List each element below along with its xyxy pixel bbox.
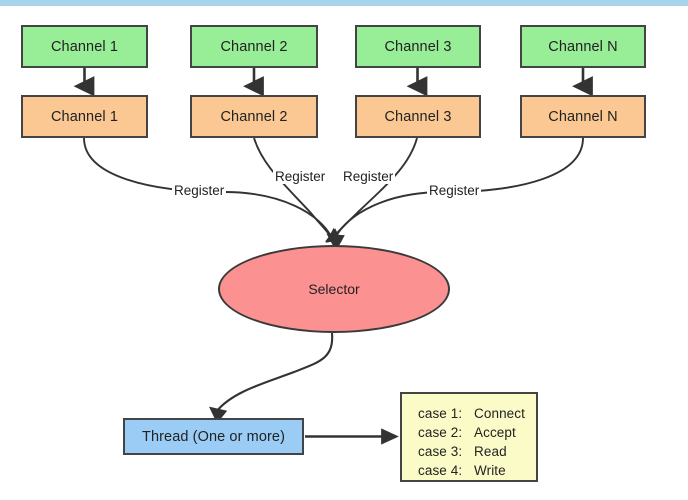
register-label-1: Register (172, 183, 227, 198)
node-label: Channel 3 (384, 108, 452, 125)
node-label: Channel 1 (50, 38, 118, 55)
register-edges (83, 137, 584, 249)
channel-source-1[interactable]: Channel 1 (21, 25, 148, 68)
selector-node[interactable]: Selector (218, 245, 450, 333)
cases-node[interactable]: case 1: Connect case 2: Accept case 3: R… (400, 392, 538, 482)
case-key: case 4: (418, 463, 463, 478)
node-label: Channel 1 (50, 108, 118, 125)
case-key: case 1: (418, 406, 463, 421)
case-value: Accept (474, 425, 516, 440)
register-label-3: Register (341, 169, 396, 184)
channel-registered-n[interactable]: Channel N (520, 95, 646, 138)
node-label: Channel N (548, 38, 618, 55)
thread-label: Thread (One or more) (141, 428, 286, 445)
case-key: case 2: (418, 425, 463, 440)
case-value: Connect (474, 406, 525, 421)
channel-down-arrows (73, 68, 593, 97)
case-value: Write (474, 463, 506, 478)
channel-registered-3[interactable]: Channel 3 (355, 95, 481, 138)
case-row: case 4: Write (418, 461, 536, 480)
node-label: Channel N (548, 108, 618, 125)
node-label: Channel 3 (384, 38, 452, 55)
selector-to-thread-edge (208, 332, 334, 424)
case-row: case 2: Accept (418, 423, 536, 442)
channel-source-3[interactable]: Channel 3 (355, 25, 481, 68)
register-label-2: Register (273, 169, 328, 184)
case-key: case 3: (418, 444, 463, 459)
channel-registered-2[interactable]: Channel 2 (190, 95, 318, 138)
case-value: Read (474, 444, 507, 459)
node-label: Channel 2 (220, 38, 288, 55)
register-label-4: Register (427, 183, 482, 198)
node-label: Channel 2 (220, 108, 288, 125)
case-row: case 3: Read (418, 442, 536, 461)
selector-label: Selector (308, 281, 360, 297)
channel-source-2[interactable]: Channel 2 (190, 25, 318, 68)
thread-node[interactable]: Thread (One or more) (123, 418, 304, 455)
diagram-canvas: Channel 1 Channel 2 Channel 3 Channel N … (0, 0, 688, 500)
channel-registered-1[interactable]: Channel 1 (21, 95, 148, 138)
case-row: case 1: Connect (418, 404, 536, 423)
channel-source-n[interactable]: Channel N (520, 25, 646, 68)
